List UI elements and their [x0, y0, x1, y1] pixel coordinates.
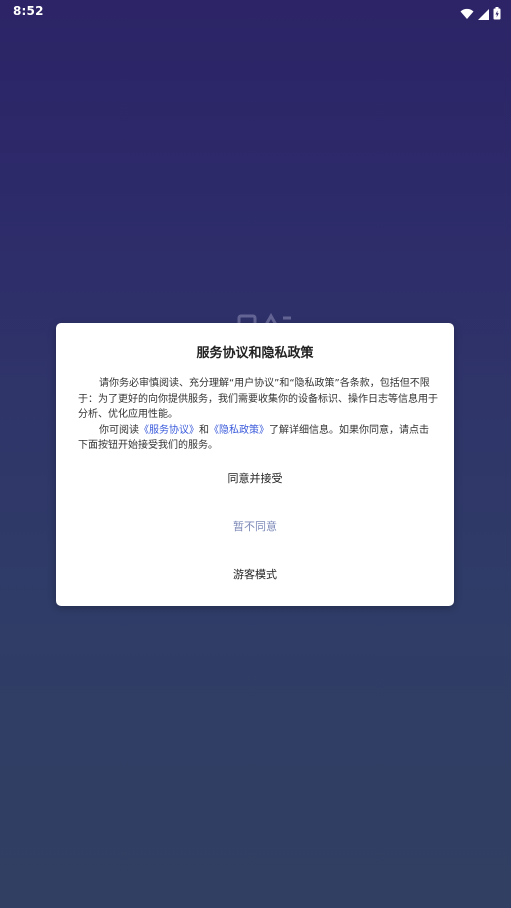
dialog-title: 服务协议和隐私政策 — [196, 346, 314, 361]
agree-button[interactable]: 同意并接受 — [56, 464, 454, 494]
privacy-dialog: 服务协议和隐私政策 请你务必审慎阅读、充分理解“用户协议”和“隐私政策”各条款，… — [56, 323, 454, 606]
paragraph-2-prefix: 你可阅读 — [99, 424, 139, 436]
service-agreement-link[interactable]: 《服务协议》 — [139, 425, 199, 436]
guest-mode-button[interactable]: 游客模式 — [56, 560, 454, 590]
privacy-policy-link[interactable]: 《隐私政策》 — [209, 425, 269, 436]
dialog-paragraph-1: 请你务必审慎阅读、充分理解“用户协议”和“隐私政策”各条款，包括但不限于：为了更… — [78, 378, 438, 420]
battery-icon — [493, 5, 501, 24]
paragraph-2-and: 和 — [199, 424, 209, 436]
status-icons — [460, 5, 501, 24]
wifi-icon — [460, 5, 474, 24]
dialog-body: 请你务必审慎阅读、充分理解“用户协议”和“隐私政策”各条款，包括但不限于：为了更… — [78, 376, 438, 454]
disagree-button[interactable]: 暂不同意 — [56, 512, 454, 542]
status-time: 8:52 — [13, 4, 44, 18]
dialog-paragraph-2: 你可阅读《服务协议》和《隐私政策》了解详细信息。如果你同意，请点击下面按钮开始接… — [78, 423, 438, 454]
status-bar: 8:52 — [0, 0, 511, 24]
signal-icon — [478, 5, 489, 24]
